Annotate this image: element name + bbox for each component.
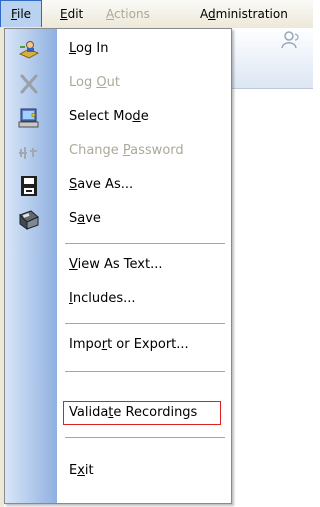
label-pre: Log xyxy=(69,75,97,90)
menu-item-label: Log In xyxy=(69,41,108,56)
file-menu-dropdown: Log In Log Out Select Mode Change Passwo… xyxy=(4,28,232,504)
menu-item-label: Includes... xyxy=(69,291,136,306)
log-in-icon xyxy=(18,41,40,59)
menu-item-label: Validate Recordings xyxy=(69,405,197,420)
label-post: e Recordings xyxy=(113,405,198,420)
save-icon xyxy=(19,210,39,230)
menu-separator xyxy=(65,371,225,372)
label-pre: Valida xyxy=(69,405,109,420)
menu-actions-label-post: ctions xyxy=(114,7,150,21)
menu-item-select-mode[interactable]: Select Mode xyxy=(5,101,231,135)
menu-item-label: Import or Export... xyxy=(69,337,189,352)
close-x-icon xyxy=(20,74,38,94)
menu-item-save-as[interactable]: Save As... xyxy=(5,169,231,203)
menu-actions: Actions xyxy=(106,4,150,24)
menu-item-log-in[interactable]: Log In xyxy=(5,33,231,67)
label-post: t or Export... xyxy=(107,337,189,352)
menu-file[interactable]: File xyxy=(0,0,42,27)
label-post: ave As... xyxy=(77,177,134,192)
menu-item-label: Save xyxy=(69,211,101,226)
menu-item-label: Exit xyxy=(69,463,94,478)
menu-separator xyxy=(65,323,225,324)
users-icon xyxy=(281,31,299,49)
menu-edit-label-post: dit xyxy=(67,7,84,21)
menu-administration-label-post: ministration xyxy=(215,7,288,21)
menu-item-includes[interactable]: Includes... xyxy=(5,283,231,317)
label-pre: E xyxy=(69,463,78,478)
label-post: ut xyxy=(106,75,120,90)
menu-item-log-out: Log Out xyxy=(5,67,231,101)
label-post: it xyxy=(84,463,94,478)
menu-file-label-post: ile xyxy=(16,7,32,21)
menu-edit-label-ul: E xyxy=(60,7,68,21)
password-icon xyxy=(19,147,37,159)
select-mode-icon xyxy=(18,108,39,128)
menu-administration-label-pre: A xyxy=(200,7,208,21)
label-underline: L xyxy=(69,41,77,56)
label-post: ncludes... xyxy=(72,291,136,306)
menu-item-exit[interactable]: Exit xyxy=(5,455,231,489)
menu-separator xyxy=(65,437,225,438)
label-underline: x xyxy=(77,463,85,478)
save-as-icon xyxy=(21,176,37,196)
label-pre: Change xyxy=(69,143,123,158)
label-pre: Impo xyxy=(69,337,102,352)
label-pre: Select Mo xyxy=(69,109,133,124)
menu-item-label: View As Text... xyxy=(69,257,162,272)
label-post: e xyxy=(140,109,149,124)
menu-item-label: Select Mode xyxy=(69,109,149,124)
menu-item-import-export[interactable]: Import or Export... xyxy=(5,329,231,363)
menu-separator xyxy=(65,243,225,244)
label-post: og In xyxy=(76,41,109,56)
menu-item-save[interactable]: Save xyxy=(5,203,231,237)
menu-edit[interactable]: Edit xyxy=(60,4,83,24)
background-toolbar xyxy=(232,28,313,89)
menu-administration[interactable]: Administration xyxy=(200,4,288,24)
menu-item-label: Log Out xyxy=(69,75,120,90)
menu-item-view-as-text[interactable]: View As Text... xyxy=(5,249,231,283)
label-post: iew As Text... xyxy=(77,257,163,272)
menu-item-label: Change Password xyxy=(69,143,184,158)
menu-actions-label-ul: A xyxy=(106,7,114,21)
label-post: assword xyxy=(130,143,184,158)
menu-item-change-password: Change Password xyxy=(5,135,231,169)
label-underline: V xyxy=(69,257,78,272)
label-underline: O xyxy=(96,75,107,90)
menu-administration-label-ul: d xyxy=(208,7,216,21)
label-underline: d xyxy=(132,109,141,124)
menu-item-validate-recordings[interactable]: Validate Recordings xyxy=(5,397,231,431)
menu-bar: File Edit Actions Administration xyxy=(0,0,313,28)
label-post: ve xyxy=(85,211,101,226)
menu-item-label: Save As... xyxy=(69,177,133,192)
